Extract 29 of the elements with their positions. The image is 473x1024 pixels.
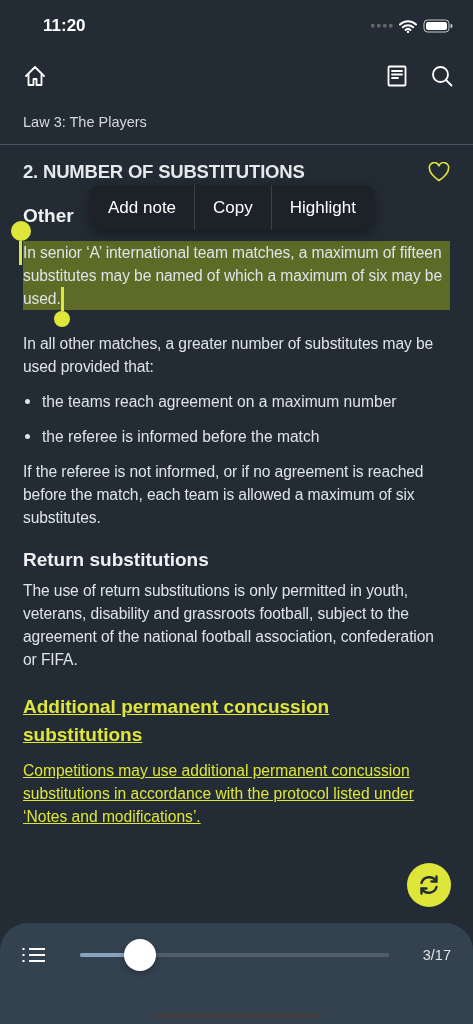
subheading: Other <box>23 205 74 227</box>
menu-item[interactable]: Copy <box>194 185 271 230</box>
sync-button[interactable] <box>407 863 451 907</box>
status-time: 11:20 <box>43 16 86 36</box>
signal-icon <box>371 24 393 28</box>
search-icon[interactable] <box>431 65 453 87</box>
home-icon[interactable] <box>24 65 46 87</box>
list-icon[interactable] <box>22 947 46 963</box>
page-counter: 3/17 <box>422 947 451 963</box>
paragraph: If the referee is not informed, or if no agreement is reached before the match, each team is allowed a maximum of six substitutes. <box>23 462 425 528</box>
breadcrumb: Law 3: The Players <box>23 114 147 130</box>
bullet-text: the teams reach agreement on a maximum number <box>42 392 397 412</box>
bullet-text: the referee is informed before the match <box>42 427 320 447</box>
menu-item[interactable]: Add note <box>90 185 195 230</box>
wifi-icon <box>399 19 417 33</box>
sync-icon <box>417 873 441 897</box>
link-heading[interactable]: Additional permanent concussion substitutions <box>23 693 450 749</box>
menu-item[interactable]: Highlight <box>270 185 374 230</box>
heart-icon[interactable] <box>428 162 450 182</box>
bullet-icon <box>25 434 30 439</box>
bullet-icon <box>25 399 30 404</box>
document-icon[interactable] <box>387 65 407 87</box>
link[interactable]: Competitions may use additional permanent concussion substitutions in accordance with the protocol listed under ‘Notes and modifications’. <box>23 759 450 828</box>
slider-thumb[interactable] <box>124 939 157 971</box>
paragraph: The use of return substitutions is only permitted in youth, veterans, disability and grassroots football, subject to the agreement of the national football association, confederation or FIFA. <box>23 581 435 670</box>
section-title: 2. NUMBER OF SUBSTITUTIONS <box>23 161 305 183</box>
paragraph: In all other matches, a greater number of substitutes may be used provided that: <box>23 334 435 377</box>
subheading: Return substitutions <box>23 549 209 571</box>
battery-icon <box>423 19 453 33</box>
